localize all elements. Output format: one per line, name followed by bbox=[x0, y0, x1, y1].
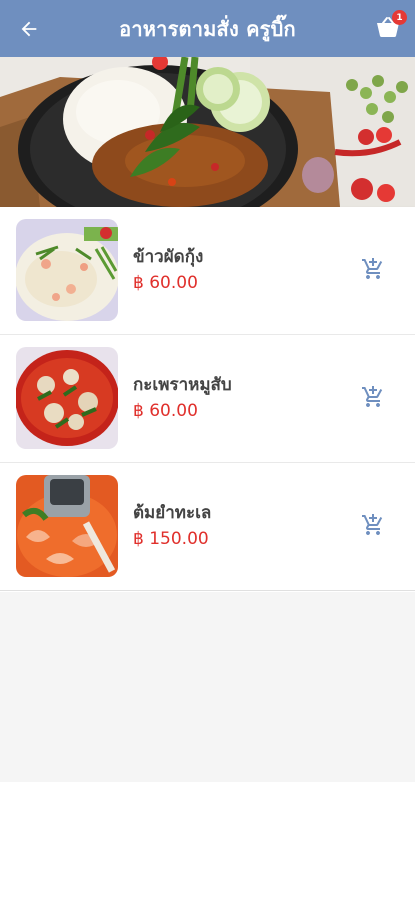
app-bar: อาหารตามสั่ง ครูบิ๊ก 1 bbox=[0, 0, 415, 57]
item-name: ข้าวผัดกุ้ง bbox=[133, 247, 204, 267]
add-to-cart-button[interactable] bbox=[359, 511, 387, 539]
list-item[interactable]: ข้าวผัดกุ้ง ฿ 60.00 bbox=[0, 207, 415, 335]
add-to-cart-button[interactable] bbox=[359, 383, 387, 411]
page-title: อาหารตามสั่ง ครูบิ๊ก bbox=[119, 16, 296, 41]
banner-image bbox=[0, 57, 415, 207]
add-to-cart-icon bbox=[362, 514, 383, 535]
seafood-tom-yum-photo bbox=[16, 475, 118, 577]
item-price: ฿ 60.00 bbox=[133, 273, 198, 293]
cart-button[interactable]: 1 bbox=[373, 10, 407, 42]
cart-count-badge: 1 bbox=[392, 10, 407, 25]
bottom-area bbox=[0, 782, 415, 900]
basil-minced-pork-photo bbox=[16, 347, 118, 449]
add-to-cart-icon bbox=[362, 258, 383, 279]
list-item[interactable]: ต้มยำทะเล ฿ 150.00 bbox=[0, 463, 415, 591]
add-to-cart-button[interactable] bbox=[359, 255, 387, 283]
add-to-cart-icon bbox=[362, 386, 383, 407]
shrimp-fried-rice-photo bbox=[16, 219, 118, 321]
back-button[interactable] bbox=[12, 12, 46, 46]
list-item[interactable]: กะเพราหมูสับ ฿ 60.00 bbox=[0, 335, 415, 463]
content-background bbox=[0, 592, 415, 782]
menu-list: ข้าวผัดกุ้ง ฿ 60.00 กะเพราหมูสับ ฿ 60.00 bbox=[0, 207, 415, 592]
item-price: ฿ 150.00 bbox=[133, 529, 209, 549]
item-price: ฿ 60.00 bbox=[133, 401, 198, 421]
item-name: กะเพราหมูสับ bbox=[133, 375, 232, 395]
arrow-left-icon bbox=[21, 21, 37, 37]
item-name: ต้มยำทะเล bbox=[133, 503, 212, 523]
